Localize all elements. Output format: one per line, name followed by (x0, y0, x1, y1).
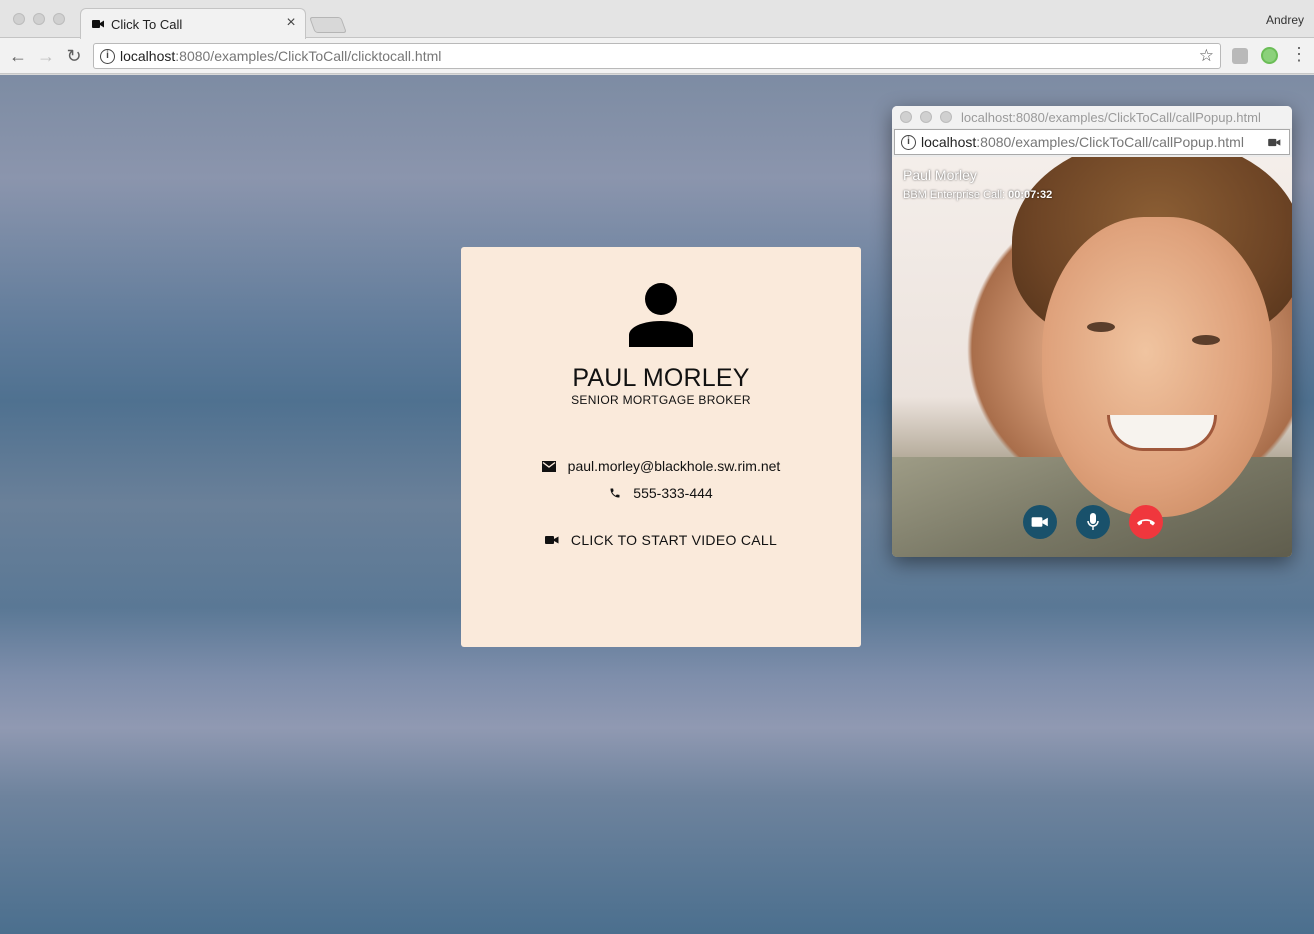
popup-title: localhost:8080/examples/ClickToCall/call… (961, 110, 1261, 125)
contact-phone-row[interactable]: 555-333-444 (461, 483, 861, 503)
video-eye-right (1192, 335, 1220, 345)
extension-icon[interactable] (1232, 48, 1248, 64)
menu-dots-icon[interactable]: ⋮ (1290, 44, 1308, 65)
popup-url[interactable]: localhost:8080/examples/ClickToCall/call… (921, 134, 1244, 150)
call-status: BBM Enterprise Call: 00:07:32 (903, 189, 1053, 201)
video-camera-icon (544, 536, 559, 544)
new-tab-button[interactable] (309, 17, 347, 33)
hang-up-icon (1137, 519, 1155, 526)
address-bar[interactable]: i localhost:8080/examples/ClickToCall/cl… (93, 43, 1221, 69)
window-minimize-button[interactable] (33, 13, 45, 25)
remote-video-feed: Paul Morley BBM Enterprise Call: 00:07:3… (892, 157, 1292, 557)
camera-permission-icon[interactable] (1268, 138, 1281, 147)
caller-name: Paul Morley (903, 167, 977, 183)
tab-strip: Click To Call × Andrey (0, 0, 1314, 39)
video-camera-icon (1031, 517, 1048, 527)
phone-icon (610, 488, 620, 498)
video-camera-icon (92, 20, 104, 28)
call-popup-window: localhost:8080/examples/ClickToCall/call… (892, 106, 1292, 557)
window-zoom-button[interactable] (53, 13, 65, 25)
toggle-microphone-button[interactable] (1076, 505, 1110, 539)
popup-address-bar[interactable]: i localhost:8080/examples/ClickToCall/ca… (894, 129, 1290, 155)
info-icon[interactable]: i (901, 135, 916, 150)
extension-green-icon[interactable] (1261, 47, 1278, 64)
person-icon (629, 283, 693, 347)
popup-close-button[interactable] (900, 111, 912, 123)
contact-phone[interactable]: 555-333-444 (633, 485, 712, 501)
toggle-video-button[interactable] (1023, 505, 1057, 539)
popup-zoom-button[interactable] (940, 111, 952, 123)
hang-up-button[interactable] (1129, 505, 1163, 539)
video-eye-left (1087, 322, 1115, 332)
microphone-icon (1087, 513, 1099, 530)
start-video-call-label[interactable]: CLICK TO START VIDEO CALL (571, 532, 777, 548)
window-close-button[interactable] (13, 13, 25, 25)
contact-email[interactable]: paul.morley@blackhole.sw.rim.net (568, 458, 781, 474)
back-arrow-icon[interactable]: ← (7, 45, 29, 67)
contact-name: PAUL MORLEY (572, 364, 750, 392)
reload-icon[interactable]: ↻ (63, 45, 85, 67)
call-duration: 00:07:32 (1008, 189, 1053, 201)
contact-role: SENIOR MORTGAGE BROKER (571, 393, 751, 407)
info-icon[interactable]: i (100, 49, 115, 64)
contact-card: PAUL MORLEY SENIOR MORTGAGE BROKER paul.… (461, 247, 861, 647)
contact-email-row[interactable]: paul.morley@blackhole.sw.rim.net (461, 456, 861, 476)
browser-chrome: Click To Call × Andrey ← → ↻ i localhost… (0, 0, 1314, 74)
envelope-icon (541, 460, 556, 472)
browser-tab-click-to-call[interactable]: Click To Call × (80, 8, 306, 39)
popup-minimize-button[interactable] (920, 111, 932, 123)
browser-toolbar: ← → ↻ i localhost:8080/examples/ClickToC… (0, 38, 1314, 74)
video-face (1042, 217, 1272, 517)
bookmark-star-icon[interactable]: ☆ (1199, 46, 1214, 66)
tab-title: Click To Call (111, 17, 183, 32)
popup-titlebar: localhost:8080/examples/ClickToCall/call… (892, 106, 1292, 128)
address-url[interactable]: localhost:8080/examples/ClickToCall/clic… (120, 48, 441, 64)
tab-close-icon[interactable]: × (283, 14, 299, 32)
forward-arrow-icon[interactable]: → (35, 45, 57, 67)
profile-name[interactable]: Andrey (1266, 13, 1304, 27)
start-video-call-button[interactable]: CLICK TO START VIDEO CALL (461, 530, 861, 550)
